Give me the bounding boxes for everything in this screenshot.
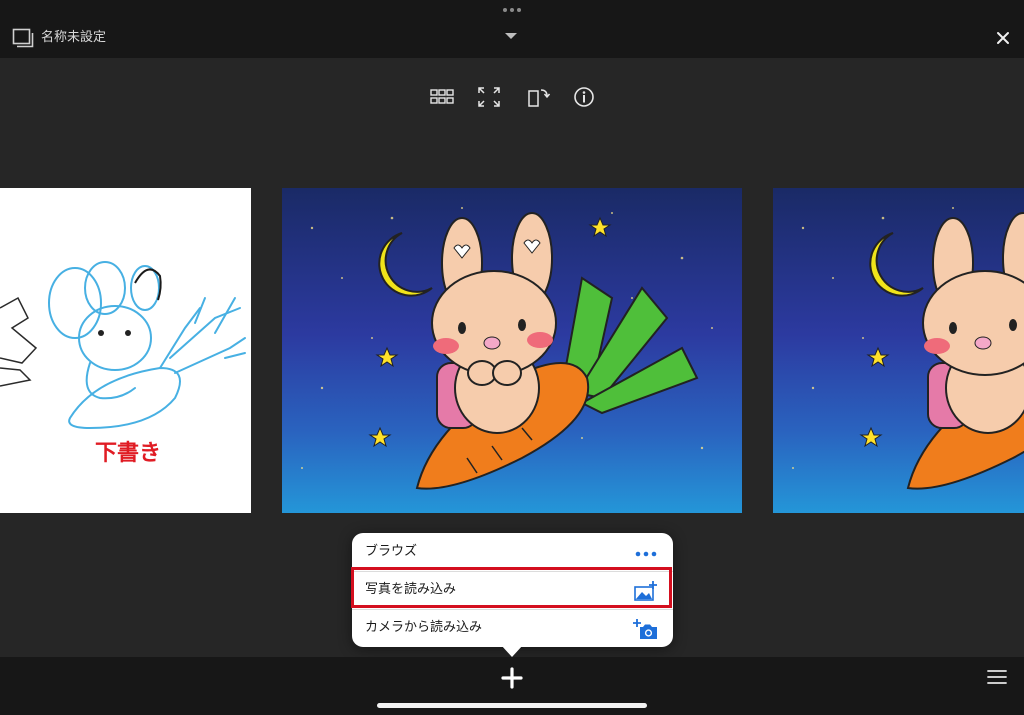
menu-item-label: カメラから読み込み xyxy=(365,620,483,635)
illustration-copy xyxy=(773,188,1024,513)
document-title[interactable]: 名称未設定 xyxy=(41,29,106,47)
more-icon xyxy=(635,551,657,557)
rotate-icon[interactable] xyxy=(526,86,550,108)
drag-handle[interactable] xyxy=(502,6,522,14)
highlight-box xyxy=(351,567,672,608)
menu-item-browse[interactable]: ブラウズ xyxy=(352,533,673,571)
menu-item-import-camera[interactable]: カメラから読み込み xyxy=(352,609,673,647)
camera-add-icon xyxy=(633,619,657,639)
sketch-drawing: 下書き xyxy=(0,261,246,466)
menu-item-label: ブラウズ xyxy=(365,544,418,559)
view-toolbar xyxy=(0,86,1024,108)
sketch-label: 下書き xyxy=(95,440,161,466)
popover-arrow xyxy=(501,645,523,657)
grid-icon[interactable] xyxy=(430,86,454,108)
fullscreen-icon[interactable] xyxy=(477,86,501,108)
canvas-thumbnail-illustration[interactable] xyxy=(282,188,742,513)
canvas-thumbnail-illustration-copy[interactable] xyxy=(773,188,1024,513)
close-icon[interactable] xyxy=(994,29,1012,47)
home-indicator[interactable] xyxy=(377,703,647,708)
canvas-thumbnail-sketch[interactable]: 下書き xyxy=(0,188,251,513)
menu-icon[interactable] xyxy=(987,669,1007,685)
info-icon[interactable] xyxy=(572,86,596,108)
document-icon[interactable] xyxy=(12,28,34,48)
chevron-down-icon[interactable] xyxy=(505,33,517,39)
plus-icon[interactable] xyxy=(500,666,524,690)
illustration xyxy=(282,188,742,513)
